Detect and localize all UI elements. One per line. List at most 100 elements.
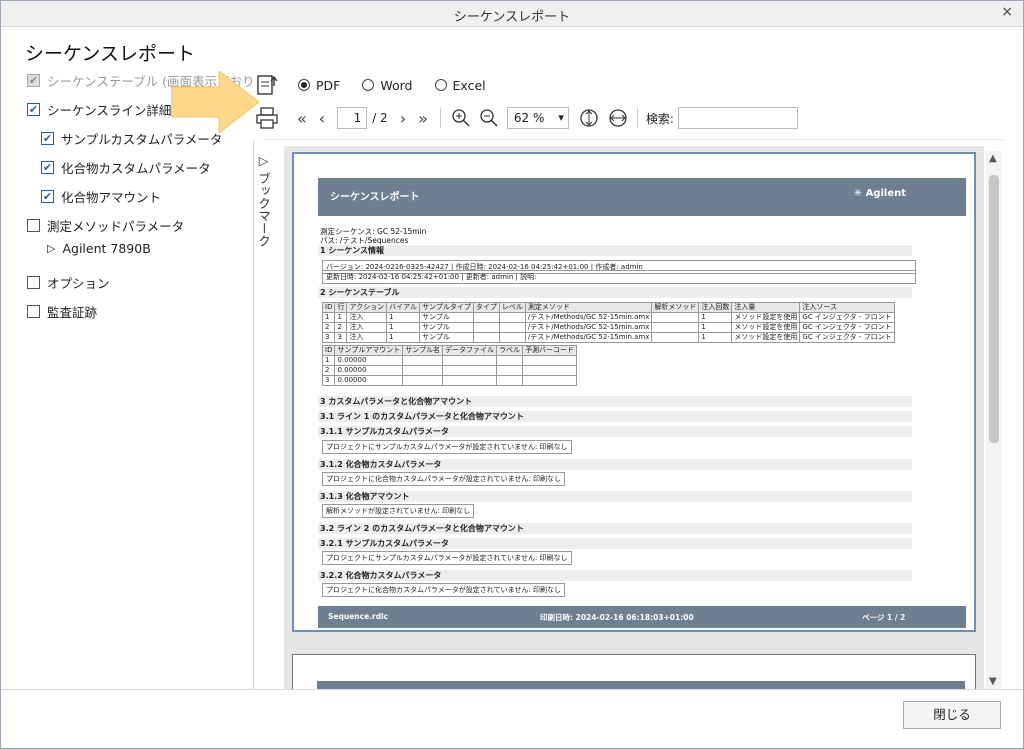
page-number-input[interactable]: 1 — [337, 107, 368, 129]
agilent-logo: ✳ Agilent — [853, 188, 906, 199]
option-compound-custom-params[interactable]: 化合物カスタムパラメータ — [41, 158, 211, 177]
table-cell — [442, 355, 498, 366]
checkbox-options[interactable] — [27, 276, 40, 289]
table-cell: 注入 — [346, 332, 388, 343]
section-heading: 3.1 ライン 1 のカスタムパラメータと化合物アマウント — [318, 411, 912, 422]
radio-pdf[interactable]: PDF — [298, 78, 340, 93]
radio-pdf-dot[interactable] — [298, 79, 310, 91]
table-cell — [472, 322, 500, 333]
search-input[interactable] — [677, 107, 798, 129]
table-row: 2 0.00000 — [321, 365, 578, 376]
radio-excel[interactable]: Excel — [434, 78, 486, 93]
table-cell: GC インジェクタ - フロント — [799, 312, 895, 323]
chevron-right-icon[interactable]: ▷ — [47, 242, 55, 255]
table-cell: 1 — [698, 322, 733, 333]
checkbox-audit-trail[interactable] — [27, 305, 40, 318]
zoom-select[interactable]: 62 % — [506, 107, 569, 129]
table-header-cell: バイアル — [386, 302, 421, 313]
table-cell: サンプル — [419, 322, 474, 333]
scrollbar-thumb[interactable] — [989, 175, 999, 443]
report-viewer[interactable]: シーケンスレポート ✳ Agilent 測定シーケンス: GC 52-15min… — [284, 146, 984, 689]
checkbox-sequence-line-detail[interactable] — [27, 103, 40, 116]
table-header-cell: 測定メソッド — [524, 302, 653, 313]
radio-word[interactable]: Word — [362, 78, 413, 93]
vertical-scrollbar[interactable]: ▲ ▼ — [986, 151, 1002, 689]
section-heading: 3.1.1 サンプルカスタムパラメータ — [318, 426, 912, 437]
fit-page-icon[interactable] — [579, 107, 599, 129]
toolbar-separator — [263, 139, 1003, 140]
table-cell: 1 — [698, 312, 733, 323]
table-cell: 0.00000 — [334, 365, 404, 376]
checkbox-compound-custom-params[interactable] — [41, 161, 54, 174]
table-cell — [496, 355, 524, 366]
checkbox-compound-amount[interactable] — [41, 190, 54, 203]
first-page-icon[interactable]: « — [297, 109, 307, 128]
section-heading: 3.2.1 サンプルカスタムパラメータ — [318, 538, 912, 549]
section-heading: 3.2.2 化合物カスタムパラメータ — [318, 570, 912, 581]
table-row: 3 3 注入 1 サンプル/テスト/Methods/GC 52-15min.amx 1 メソ… — [321, 332, 895, 343]
table-cell — [522, 375, 578, 386]
option-label: 化合物アマウント — [61, 190, 162, 205]
radio-excel-dot[interactable] — [434, 79, 447, 91]
tree-item-instrument[interactable]: ▷ Agilent 7890B — [47, 241, 151, 256]
table-header-cell: 注入回数 — [698, 302, 733, 313]
arrow-annotation-icon — [171, 71, 260, 133]
option-sequence-line-detail[interactable]: シーケンスライン詳細 — [27, 100, 171, 119]
viewer-toolbar: « ‹ 1 / 2 › » 62 % 検索: — [255, 105, 798, 131]
zoom-out-icon[interactable] — [479, 108, 499, 128]
next-page-icon[interactable]: › — [400, 109, 406, 128]
table-cell: GC インジェクタ - フロント — [799, 322, 895, 333]
table-header-cell: レベル — [498, 302, 526, 313]
checkbox-sample-custom-params[interactable] — [41, 132, 54, 145]
window-title: シーケンスレポート — [453, 10, 571, 25]
chevron-icon[interactable]: ▷ — [256, 153, 271, 172]
tree-item-label: Agilent 7890B — [62, 241, 151, 256]
table-cell: メソッド設定を使用 — [731, 312, 801, 323]
table-cell: 3 — [334, 332, 348, 343]
info-row: 更新日時: 2024-02-16 04:25:42+01:00 | 更新者: a… — [322, 270, 916, 284]
last-page-icon[interactable]: » — [418, 109, 428, 128]
dialog-window: シーケンスレポート × シーケンスレポート シーケンステーブル (画面表示どおり… — [0, 0, 1024, 749]
report-footer: Sequence.rdlc 印刷日時: 2024-02-16 06:18:03+… — [318, 606, 966, 628]
checkbox-method-params[interactable] — [27, 219, 40, 232]
print-icon[interactable] — [255, 106, 279, 130]
section-heading: 3.1.3 化合物アマウント — [318, 491, 912, 502]
scroll-up-icon[interactable]: ▲ — [989, 153, 997, 164]
bookmark-label: ブックマーク — [256, 171, 271, 247]
title-bar: シーケンスレポート × — [1, 1, 1023, 27]
option-audit-trail[interactable]: 監査証跡 — [27, 302, 97, 321]
option-label: オプション — [47, 276, 110, 291]
prev-page-icon[interactable]: ‹ — [319, 109, 325, 128]
option-method-params[interactable]: 測定メソッドパラメータ — [27, 216, 184, 235]
table-cell — [442, 375, 498, 386]
footer-printed: 印刷日時: 2024-02-16 06:18:03+01:00 — [540, 613, 694, 622]
table-cell — [498, 332, 526, 343]
fit-width-icon[interactable] — [607, 108, 629, 128]
bookmark-toggle[interactable]: ▷ ブックマーク — [256, 153, 273, 247]
option-compound-amount[interactable]: 化合物アマウント — [41, 187, 161, 206]
scroll-down-icon[interactable]: ▼ — [989, 676, 997, 687]
export-icon[interactable] — [256, 72, 280, 98]
table-cell — [402, 365, 444, 376]
table-cell — [402, 355, 444, 366]
table-cell: 3 — [321, 375, 336, 386]
close-icon[interactable]: × — [1001, 4, 1013, 20]
table-header-cell: データファイル — [442, 345, 498, 356]
option-label: 化合物カスタムパラメータ — [61, 161, 211, 176]
footer-divider — [1, 689, 1023, 690]
table-cell: サンプル — [419, 312, 474, 323]
close-button[interactable]: 閉じる — [903, 701, 1001, 729]
table-cell: 1 — [386, 322, 421, 333]
table-cell: 0.00000 — [334, 355, 404, 366]
zoom-in-icon[interactable] — [451, 108, 471, 128]
table-header-cell: 解析メソッド — [651, 302, 700, 313]
table-header-cell: タイプ — [472, 302, 500, 313]
table-cell: GC インジェクタ - フロント — [799, 332, 895, 343]
section-heading: 1 シーケンス情報 — [318, 245, 912, 256]
table-header-cell: サンプルアマウント — [334, 345, 404, 356]
table-cell: 1 — [334, 312, 348, 323]
table-cell — [472, 332, 500, 343]
radio-word-dot[interactable] — [362, 79, 375, 91]
table-cell: メソッド設定を使用 — [731, 332, 801, 343]
option-options[interactable]: オプション — [27, 273, 110, 292]
